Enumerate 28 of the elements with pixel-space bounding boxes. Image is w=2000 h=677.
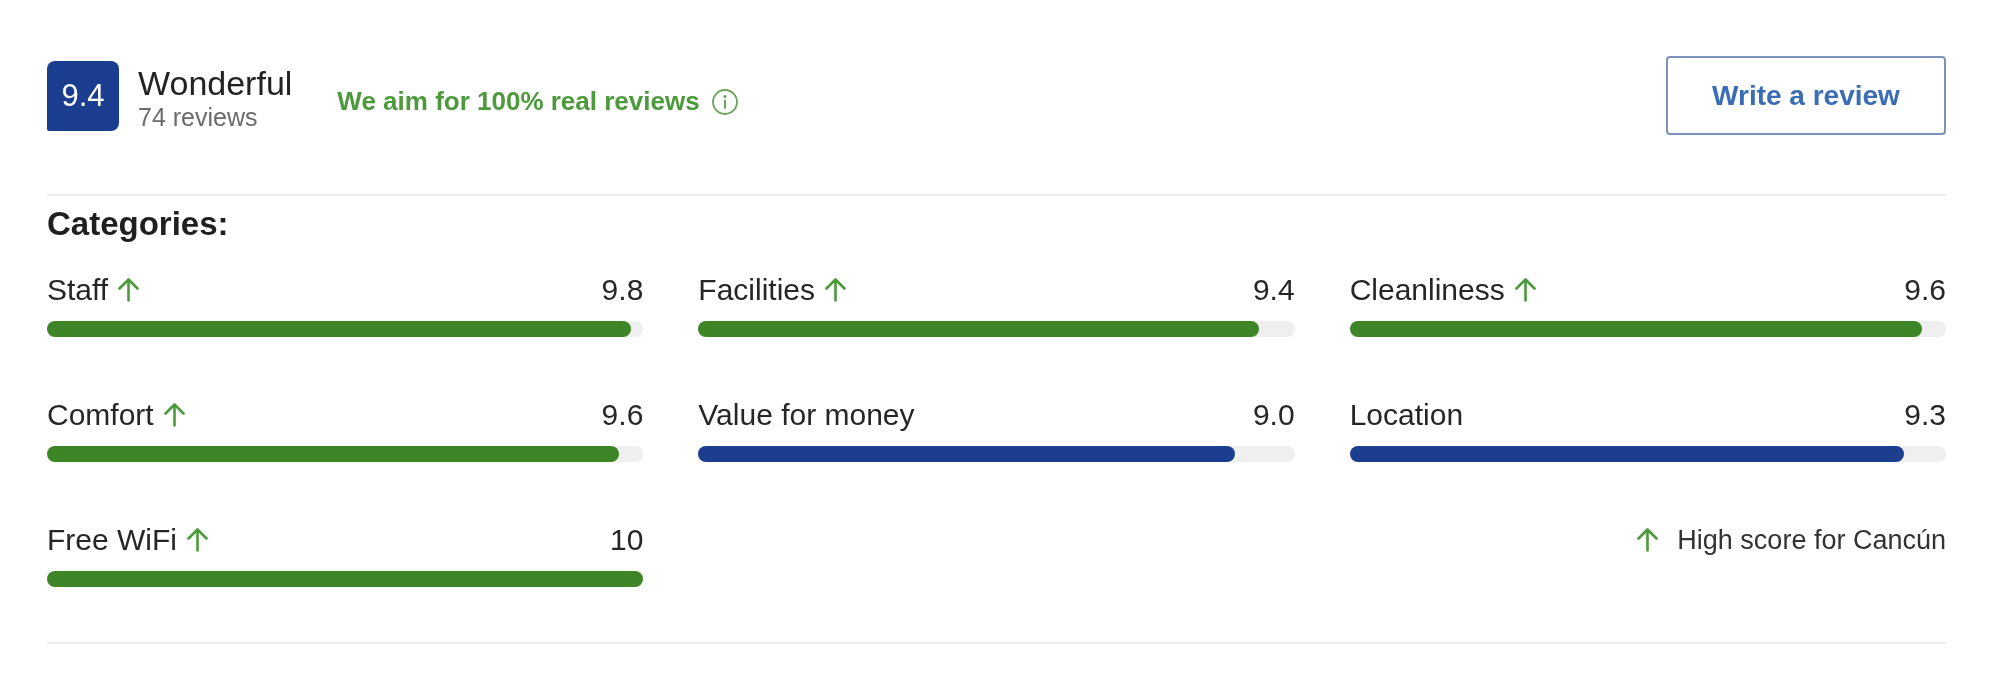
category-score: 10 — [609, 522, 644, 558]
category-label: Free WiFi — [47, 522, 177, 558]
category-label: Staff — [47, 272, 109, 308]
up-arrow-icon — [163, 403, 185, 427]
category-score: 9.0 — [1252, 397, 1295, 433]
legend-text: High score for Cancún — [1677, 524, 1946, 556]
up-arrow-icon — [825, 278, 847, 302]
category-score: 9.4 — [1252, 272, 1295, 308]
category-label: Cleanliness — [1349, 272, 1505, 308]
up-arrow-icon — [118, 278, 140, 302]
rating-label: Wonderful — [138, 63, 293, 102]
score-badge: 9.4 — [47, 60, 119, 131]
write-review-button[interactable]: Write a review — [1666, 56, 1946, 135]
up-arrow-icon — [1514, 278, 1536, 302]
tagline-text: We aim for 100% real reviews — [337, 86, 700, 117]
category-label: Facilities — [698, 272, 816, 308]
category-score: 9.8 — [601, 272, 644, 308]
up-arrow-icon — [1637, 528, 1659, 552]
category-score: 9.3 — [1904, 397, 1946, 433]
category-label: Value for money — [698, 397, 915, 433]
up-arrow-icon — [187, 528, 208, 552]
category-score: 9.6 — [1904, 272, 1946, 308]
section-heading: Categories: — [47, 204, 230, 244]
review-count: 74 reviews — [138, 101, 259, 132]
category-label: Location — [1349, 397, 1464, 433]
category-label: Comfort — [47, 397, 154, 433]
category-score: 9.6 — [601, 397, 644, 433]
info-icon[interactable] — [711, 88, 738, 115]
